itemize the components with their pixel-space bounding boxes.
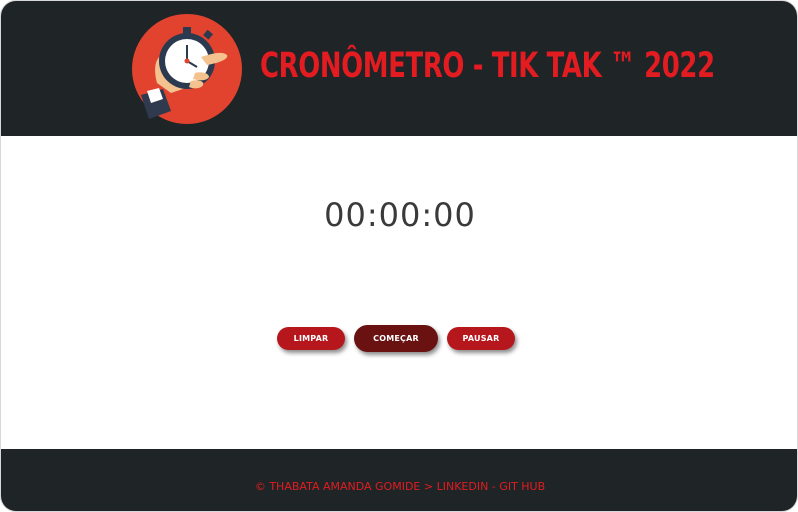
page-title: CRONÔMETRO - TIK TAK ™ 2022 [260,46,715,86]
timer-display: 00:00:00 [324,196,476,234]
footer-separator: > [423,480,434,493]
stopwatch-hand-icon [132,14,242,124]
footer-dash: - [491,480,496,493]
clear-button[interactable]: Limpar [277,327,345,350]
main-content: 00:00:00 Limpar Começar Pausar [1,136,797,449]
linkedin-link[interactable]: LINKEDIN [437,480,489,493]
footer-credits: © THABATA AMANDA GOMIDE > LINKEDIN - GIT… [1,480,797,493]
pause-button[interactable]: Pausar [447,327,515,350]
footer: © THABATA AMANDA GOMIDE > LINKEDIN - GIT… [1,449,797,511]
github-link[interactable]: GIT HUB [499,480,545,493]
app-window: CRONÔMETRO - TIK TAK ™ 2022 00:00:00 Lim… [0,0,798,512]
copyright-text: © THABATA AMANDA GOMIDE [254,480,421,493]
start-button[interactable]: Começar [354,325,438,352]
header: CRONÔMETRO - TIK TAK ™ 2022 [1,1,797,136]
